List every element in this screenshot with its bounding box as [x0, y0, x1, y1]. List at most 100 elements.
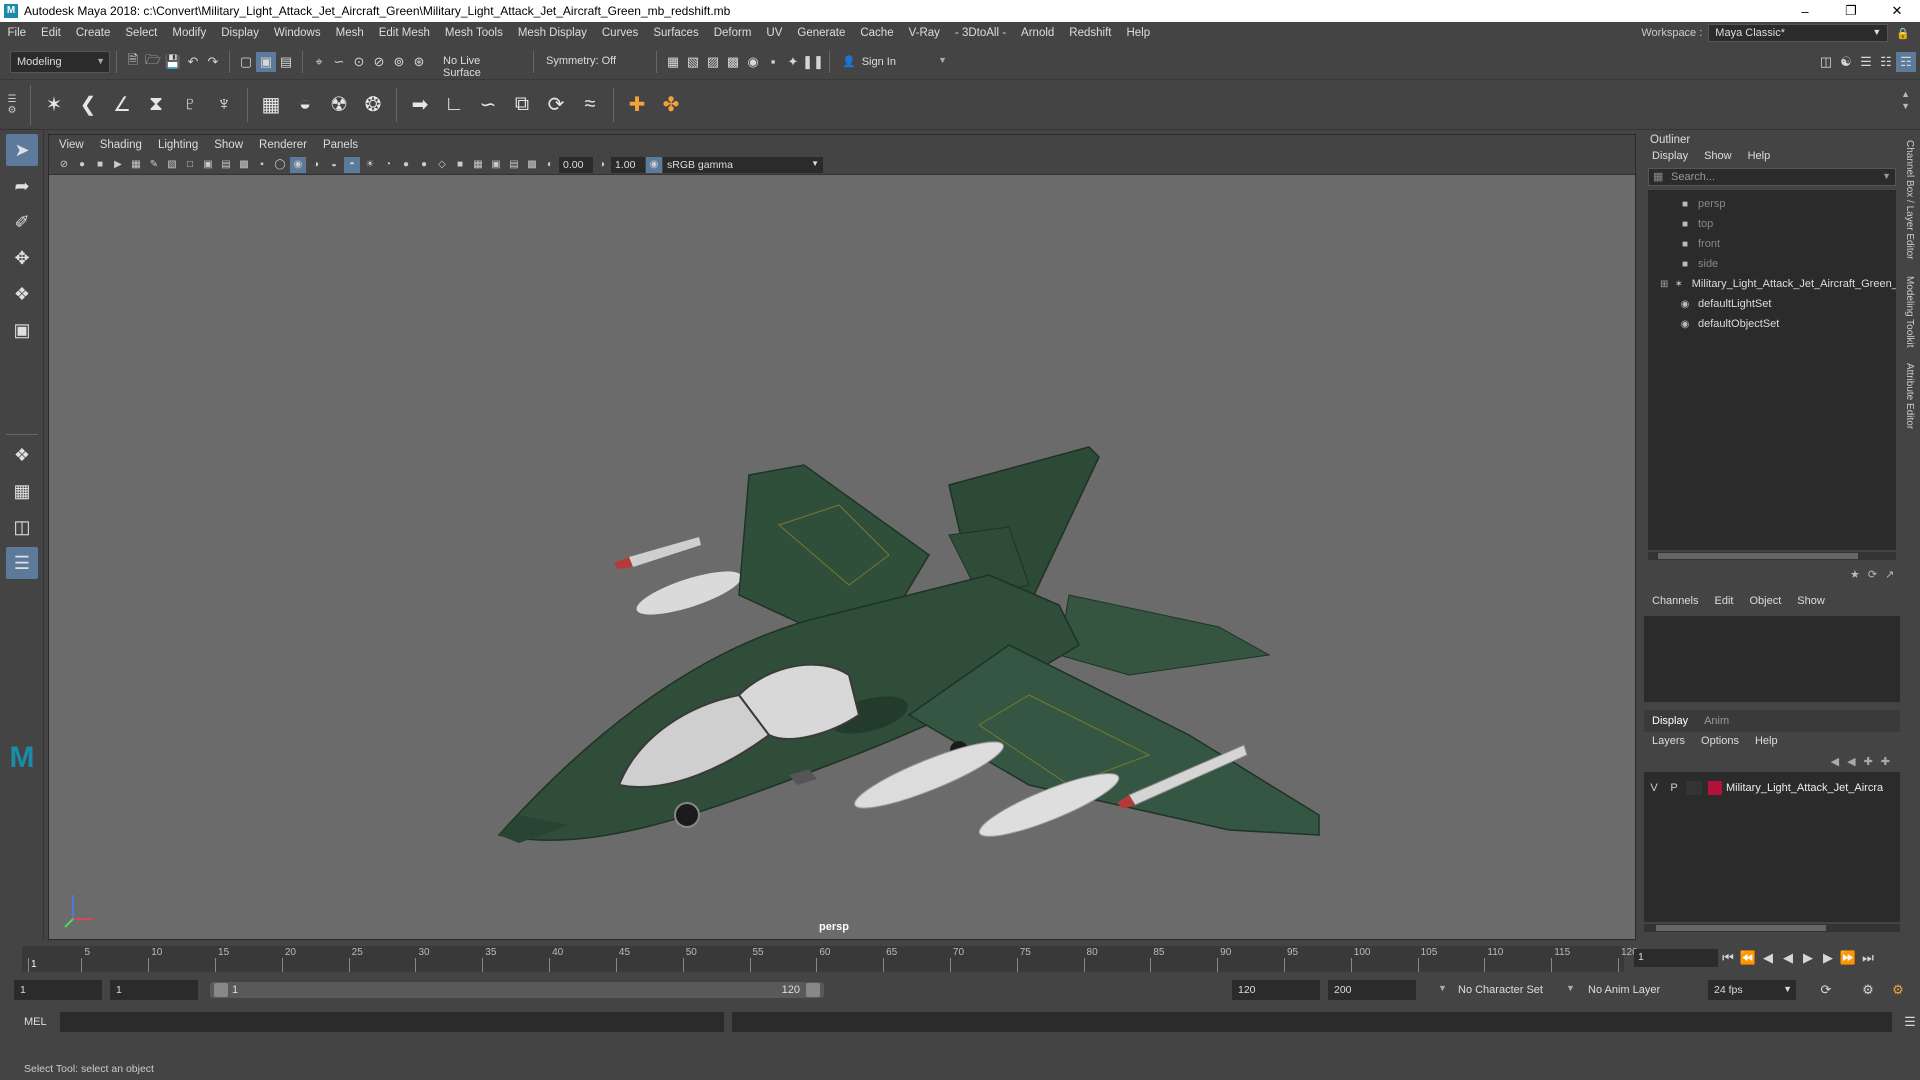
- snap-plane-icon[interactable]: ⊛: [409, 52, 429, 72]
- list-item[interactable]: ■ persp: [1648, 194, 1896, 214]
- isolate-select-icon[interactable]: ▦: [470, 157, 486, 173]
- layer-visibility-toggle[interactable]: V: [1644, 782, 1664, 794]
- modeling-toolkit-icon[interactable]: ◫: [1816, 52, 1836, 72]
- list-item[interactable]: ⊞ ✶ Military_Light_Attack_Jet_Aircraft_Gre…: [1648, 274, 1896, 294]
- exposure-icon[interactable]: ◐: [542, 157, 558, 173]
- tab-channel-box-layer-editor[interactable]: Channel Box / Layer Editor: [1904, 140, 1915, 260]
- menu-vray[interactable]: V-Ray: [901, 27, 947, 39]
- auto-key-icon[interactable]: ⚙: [1858, 980, 1878, 1000]
- render-setup-icon[interactable]: ▪: [763, 52, 783, 72]
- menu-file[interactable]: File: [0, 27, 34, 39]
- rotate-tool-icon[interactable]: ❖: [6, 278, 38, 310]
- shelf-scroll[interactable]: ▲ ▼: [1901, 88, 1910, 112]
- quick-rig-icon[interactable]: ♇: [173, 88, 207, 122]
- camera-attr-icon[interactable]: ●: [74, 157, 90, 173]
- layers-menu[interactable]: Layers: [1652, 735, 1685, 747]
- color-management-icon[interactable]: ◉: [646, 156, 662, 173]
- minimize-icon[interactable]: –: [1782, 4, 1828, 19]
- menu-edit[interactable]: Edit: [34, 27, 69, 39]
- refresh-icon[interactable]: ⟳: [1868, 568, 1877, 581]
- options-menu[interactable]: Options: [1701, 735, 1739, 747]
- wireframe-on-shaded-icon[interactable]: ◒: [326, 157, 342, 173]
- play-back-icon[interactable]: ◀: [1778, 948, 1798, 968]
- menu-windows[interactable]: Windows: [266, 27, 328, 39]
- outliner-menu-show[interactable]: Show: [1704, 150, 1732, 162]
- menu-deform[interactable]: Deform: [706, 27, 759, 39]
- go-to-end-icon[interactable]: ⏭: [1858, 948, 1878, 968]
- scrollbar-thumb[interactable]: [1656, 925, 1826, 931]
- field-chart-icon[interactable]: ▩: [236, 157, 252, 173]
- step-forward-icon[interactable]: ⏩: [1838, 948, 1858, 968]
- locator-icon[interactable]: ✚: [620, 88, 654, 122]
- squash-icon[interactable]: ⧉: [505, 88, 539, 122]
- joint-tool-icon[interactable]: ✶: [37, 88, 71, 122]
- playback-end-field[interactable]: 120: [1232, 980, 1320, 1000]
- wave-icon[interactable]: ≈: [573, 88, 607, 122]
- tool-settings-icon[interactable]: ☷: [1876, 52, 1896, 72]
- menu-help[interactable]: Help: [1119, 27, 1158, 39]
- edit-menu[interactable]: Edit: [1714, 595, 1733, 607]
- playback-start-field[interactable]: 1: [110, 980, 198, 1000]
- show-menu[interactable]: Show: [1797, 595, 1825, 607]
- light-editor-icon[interactable]: ✦: [783, 52, 803, 72]
- hypershade-icon[interactable]: ◉: [743, 52, 763, 72]
- script-editor-icon[interactable]: ☰: [1900, 1012, 1920, 1032]
- select-hierarchy-icon[interactable]: ▢: [236, 52, 256, 72]
- step-back-icon[interactable]: ⏪: [1738, 948, 1758, 968]
- current-frame-field[interactable]: 1: [1634, 949, 1718, 967]
- lock-icon[interactable]: 🔒: [1896, 27, 1910, 40]
- wrap-icon[interactable]: ☢: [322, 88, 356, 122]
- open-scene-icon[interactable]: 🗁: [143, 52, 163, 72]
- xray-icon[interactable]: ▣: [488, 157, 504, 173]
- layer-row[interactable]: V P Military_Light_Attack_Jet_Aircra: [1644, 778, 1900, 798]
- outliner-layout-icon[interactable]: ☰: [6, 547, 38, 579]
- menu-cache[interactable]: Cache: [853, 27, 901, 39]
- tab-anim[interactable]: Anim: [1704, 715, 1729, 727]
- layer-color-swatch[interactable]: [1708, 781, 1722, 795]
- grease-pencil-icon[interactable]: ✎: [146, 157, 162, 173]
- help-menu[interactable]: Help: [1755, 735, 1778, 747]
- maximize-icon[interactable]: ❐: [1828, 3, 1874, 19]
- anim-icon[interactable]: ★: [1850, 568, 1860, 581]
- view-transform-combo[interactable]: sRGB gamma ▼: [663, 156, 823, 173]
- default-material-icon[interactable]: ◑: [308, 157, 324, 173]
- tab-modeling-toolkit[interactable]: Modeling Toolkit: [1904, 276, 1915, 348]
- layer-scrollbar[interactable]: [1644, 924, 1900, 932]
- wireframe-icon[interactable]: ◯: [272, 157, 288, 173]
- screen-space-ao-icon[interactable]: ●: [398, 157, 414, 173]
- jet-aircraft-model[interactable]: [49, 175, 1635, 939]
- live-surface-combo[interactable]: No Live Surface: [437, 51, 527, 79]
- character-set-label[interactable]: No Character Set: [1458, 984, 1543, 996]
- redo-icon[interactable]: ↷: [203, 52, 223, 72]
- tab-display[interactable]: Display: [1652, 715, 1688, 727]
- shelf-tabs-toggle[interactable]: ☰ ⚙: [0, 80, 24, 130]
- animation-start-field[interactable]: 1: [14, 980, 102, 1000]
- symmetry-combo[interactable]: Symmetry: Off: [540, 51, 650, 73]
- outliner-horizontal-scrollbar[interactable]: [1648, 552, 1896, 560]
- cluster-icon[interactable]: ◒: [288, 88, 322, 122]
- character-controls-icon[interactable]: ☯: [1836, 52, 1856, 72]
- close-icon[interactable]: ✕: [1874, 3, 1920, 19]
- paint-select-icon[interactable]: ✐: [6, 206, 38, 238]
- go-to-start-icon[interactable]: ⏮: [1718, 948, 1738, 968]
- step-back-key-icon[interactable]: ◀: [1758, 948, 1778, 968]
- render-frame-icon[interactable]: ▧: [683, 52, 703, 72]
- xray-components-icon[interactable]: ▩: [524, 157, 540, 173]
- twist-icon[interactable]: ⟳: [539, 88, 573, 122]
- range-end-handle[interactable]: [806, 983, 820, 997]
- bookmark-icon[interactable]: ■: [92, 157, 108, 173]
- anim-preferences-icon[interactable]: ⚙: [1888, 980, 1908, 1000]
- loop-icon[interactable]: ⟳: [1816, 980, 1836, 1000]
- camera-select-icon[interactable]: ⊘: [56, 157, 72, 173]
- move-tool-icon[interactable]: ✥: [6, 242, 38, 274]
- snap-view-icon[interactable]: ⊘: [369, 52, 389, 72]
- xray-joints-icon[interactable]: ▤: [506, 157, 522, 173]
- list-item[interactable]: ◉ defaultObjectSet: [1648, 314, 1896, 334]
- menu-redshift[interactable]: Redshift: [1062, 27, 1119, 39]
- layer-display-type[interactable]: [1686, 781, 1702, 795]
- film-gate-icon[interactable]: □: [182, 157, 198, 173]
- animation-end-field[interactable]: 200: [1328, 980, 1416, 1000]
- dof-icon[interactable]: ■: [452, 157, 468, 173]
- sign-in-button[interactable]: 👤 Sign In ▼: [836, 51, 951, 73]
- nonlinear-bend-icon[interactable]: ∟: [437, 88, 471, 122]
